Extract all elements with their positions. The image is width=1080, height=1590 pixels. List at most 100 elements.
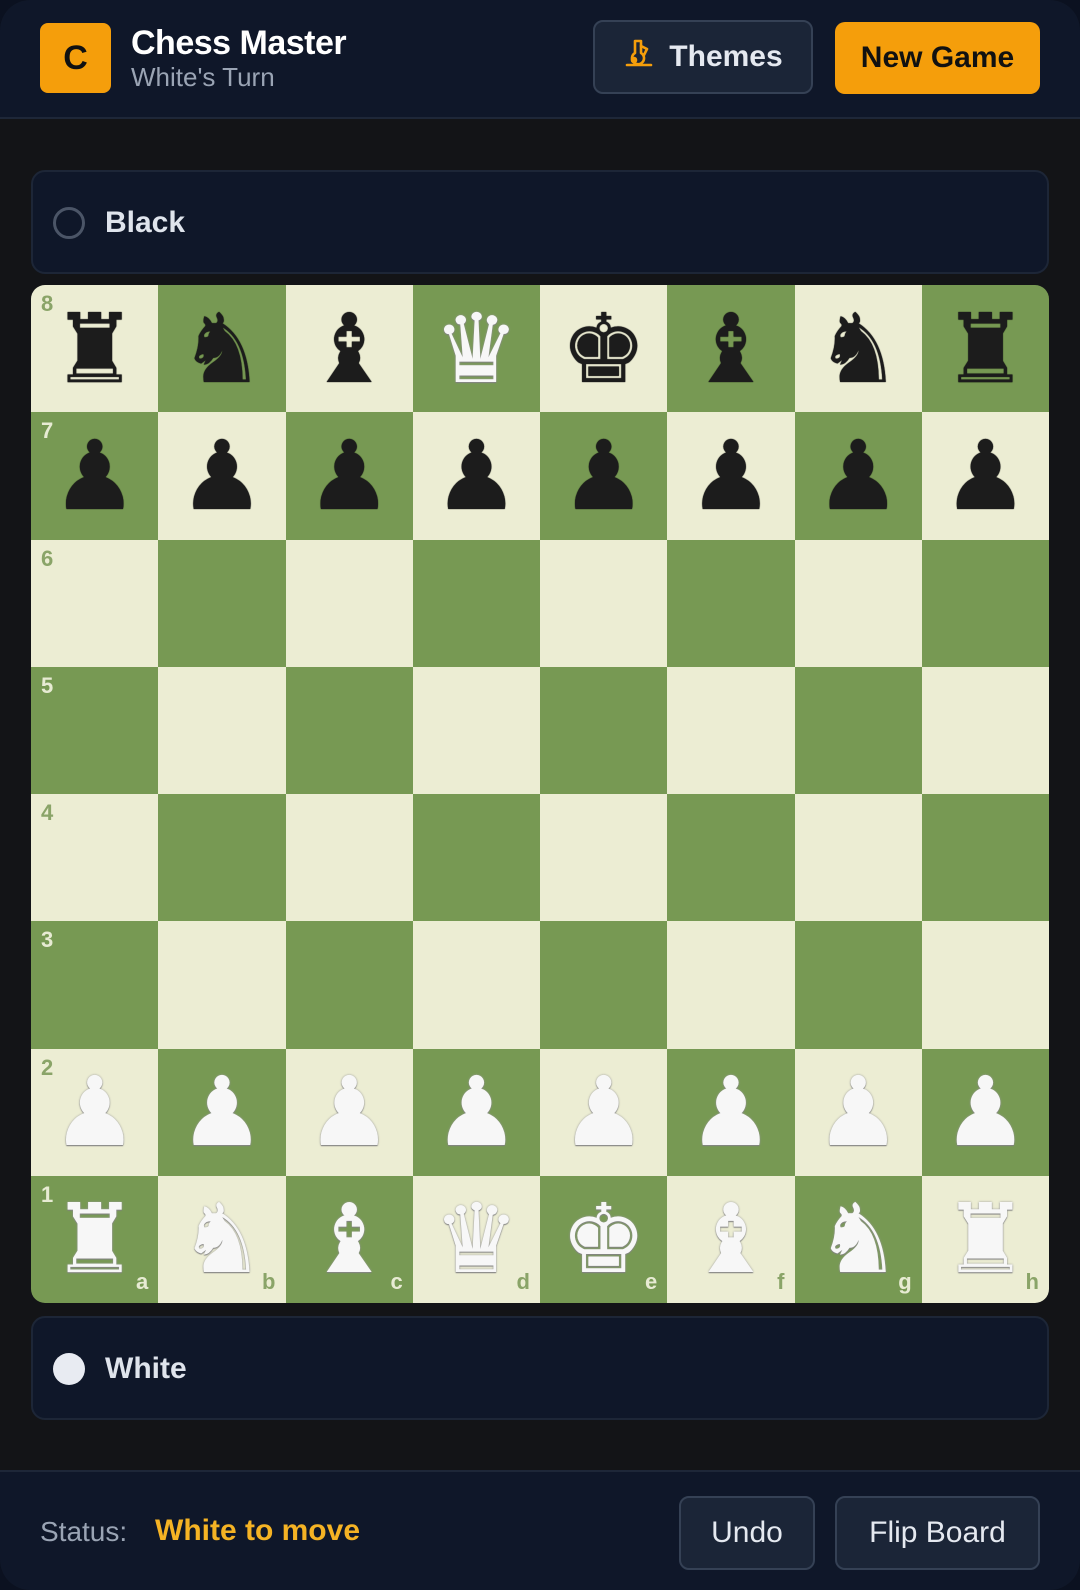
white-pawn-piece[interactable]: ♟	[795, 1049, 922, 1176]
square-f3[interactable]	[667, 921, 795, 1049]
rank-label: 6	[41, 545, 54, 571]
square-a1[interactable]: 1 a ♜	[31, 1175, 159, 1303]
square-f4[interactable]	[667, 794, 795, 922]
square-b8[interactable]: ♞	[158, 285, 286, 413]
square-h3[interactable]	[921, 921, 1049, 1049]
square-c8[interactable]: ♝	[285, 285, 413, 413]
square-d4[interactable]	[412, 794, 540, 922]
square-d1[interactable]: d ♛	[412, 1175, 540, 1303]
square-c5[interactable]	[285, 666, 413, 794]
square-b2[interactable]: ♟	[158, 1048, 286, 1176]
square-b7[interactable]: ♟	[158, 412, 286, 540]
white-queen-piece[interactable]: ♛	[413, 285, 540, 412]
square-e5[interactable]	[540, 666, 668, 794]
white-pawn-piece[interactable]: ♟	[667, 1049, 794, 1176]
square-e4[interactable]	[540, 794, 668, 922]
square-h2[interactable]: ♟	[921, 1048, 1049, 1176]
square-f1[interactable]: f ♝	[667, 1175, 795, 1303]
square-e3[interactable]	[540, 921, 668, 1049]
black-pawn-piece[interactable]: ♟	[286, 412, 413, 539]
square-h4[interactable]	[921, 794, 1049, 922]
white-pawn-piece[interactable]: ♟	[413, 1049, 540, 1176]
square-h7[interactable]: ♟	[921, 412, 1049, 540]
rank-label: 4	[41, 800, 54, 825]
square-a4[interactable]: 4	[31, 794, 159, 922]
square-g4[interactable]	[794, 794, 922, 922]
square-a6[interactable]: 6	[31, 539, 159, 667]
square-g5[interactable]	[794, 666, 922, 794]
square-f2[interactable]: ♟	[667, 1048, 795, 1176]
new-game-button[interactable]: New Game	[835, 22, 1040, 94]
white-pawn-piece[interactable]: ♟	[286, 1049, 413, 1176]
themes-label: Themes	[669, 40, 783, 73]
square-a3[interactable]: 3	[31, 921, 159, 1049]
square-h6[interactable]	[921, 539, 1049, 667]
square-g3[interactable]	[794, 921, 922, 1049]
square-e8[interactable]: ♚	[540, 285, 668, 413]
black-knight-piece[interactable]: ♞	[158, 285, 285, 412]
square-d8[interactable]: ♛	[412, 285, 540, 413]
square-g7[interactable]: ♟	[794, 412, 922, 540]
square-a7[interactable]: 7 ♟	[31, 412, 159, 540]
rank-label: 7	[41, 418, 54, 444]
black-bishop-piece[interactable]: ♝	[667, 285, 794, 412]
square-c4[interactable]	[285, 794, 413, 922]
square-d3[interactable]	[412, 921, 540, 1049]
square-h5[interactable]	[921, 666, 1049, 794]
square-h8[interactable]: ♜	[921, 285, 1049, 413]
square-e6[interactable]	[540, 539, 668, 667]
square-e1[interactable]: e ♚	[540, 1175, 668, 1303]
black-player-name: Black	[105, 206, 186, 239]
square-c7[interactable]: ♟	[285, 412, 413, 540]
black-pawn-piece[interactable]: ♟	[795, 412, 922, 539]
rank-label: 3	[41, 927, 54, 953]
square-b3[interactable]	[158, 921, 286, 1049]
themes-button[interactable]: Themes	[593, 20, 813, 94]
rank-label: 8	[41, 291, 54, 316]
white-pawn-piece[interactable]: ♟	[158, 1049, 285, 1176]
square-c3[interactable]	[285, 921, 413, 1049]
black-rook-piece[interactable]: ♜	[922, 285, 1049, 412]
square-b4[interactable]	[158, 794, 286, 922]
square-f5[interactable]	[667, 666, 795, 794]
square-g8[interactable]: ♞	[794, 285, 922, 413]
square-d7[interactable]: ♟	[412, 412, 540, 540]
square-b1[interactable]: b ♞	[158, 1175, 286, 1303]
square-d2[interactable]: ♟	[412, 1048, 540, 1176]
square-b6[interactable]	[158, 539, 286, 667]
square-e7[interactable]: ♟	[540, 412, 668, 540]
black-pawn-piece[interactable]: ♟	[667, 412, 794, 539]
palette-icon	[623, 37, 655, 77]
black-pawn-piece[interactable]: ♟	[540, 412, 667, 539]
square-c2[interactable]: ♟	[285, 1048, 413, 1176]
black-pawn-piece[interactable]: ♟	[413, 412, 540, 539]
white-pawn-piece[interactable]: ♟	[540, 1049, 667, 1176]
undo-button[interactable]: Undo	[679, 1496, 815, 1570]
white-bishop-piece[interactable]: ♝	[667, 1176, 794, 1303]
black-king-piece[interactable]: ♚	[540, 285, 667, 412]
square-g1[interactable]: g ♞	[794, 1175, 922, 1303]
flip-board-button[interactable]: Flip Board	[835, 1496, 1040, 1570]
black-bishop-piece[interactable]: ♝	[286, 285, 413, 412]
square-c1[interactable]: c ♝	[285, 1175, 413, 1303]
square-f8[interactable]: ♝	[667, 285, 795, 413]
black-pawn-piece[interactable]: ♟	[158, 412, 285, 539]
square-d6[interactable]	[412, 539, 540, 667]
square-h1[interactable]: h ♜	[921, 1175, 1049, 1303]
square-g2[interactable]: ♟	[794, 1048, 922, 1176]
white-pawn-piece[interactable]: ♟	[922, 1049, 1049, 1176]
square-d5[interactable]	[412, 666, 540, 794]
file-label: g	[898, 1269, 912, 1294]
black-knight-piece[interactable]: ♞	[795, 285, 922, 412]
square-b5[interactable]	[158, 666, 286, 794]
square-c6[interactable]	[285, 539, 413, 667]
square-f6[interactable]	[667, 539, 795, 667]
black-pawn-piece[interactable]: ♟	[922, 412, 1049, 539]
status-value: White to move	[155, 1514, 361, 1547]
square-g6[interactable]	[794, 539, 922, 667]
square-e2[interactable]: ♟	[540, 1048, 668, 1176]
square-a5[interactable]: 5	[31, 666, 159, 794]
square-a8[interactable]: 8 ♜	[31, 285, 159, 413]
square-a2[interactable]: 2 ♟	[31, 1048, 159, 1176]
square-f7[interactable]: ♟	[667, 412, 795, 540]
